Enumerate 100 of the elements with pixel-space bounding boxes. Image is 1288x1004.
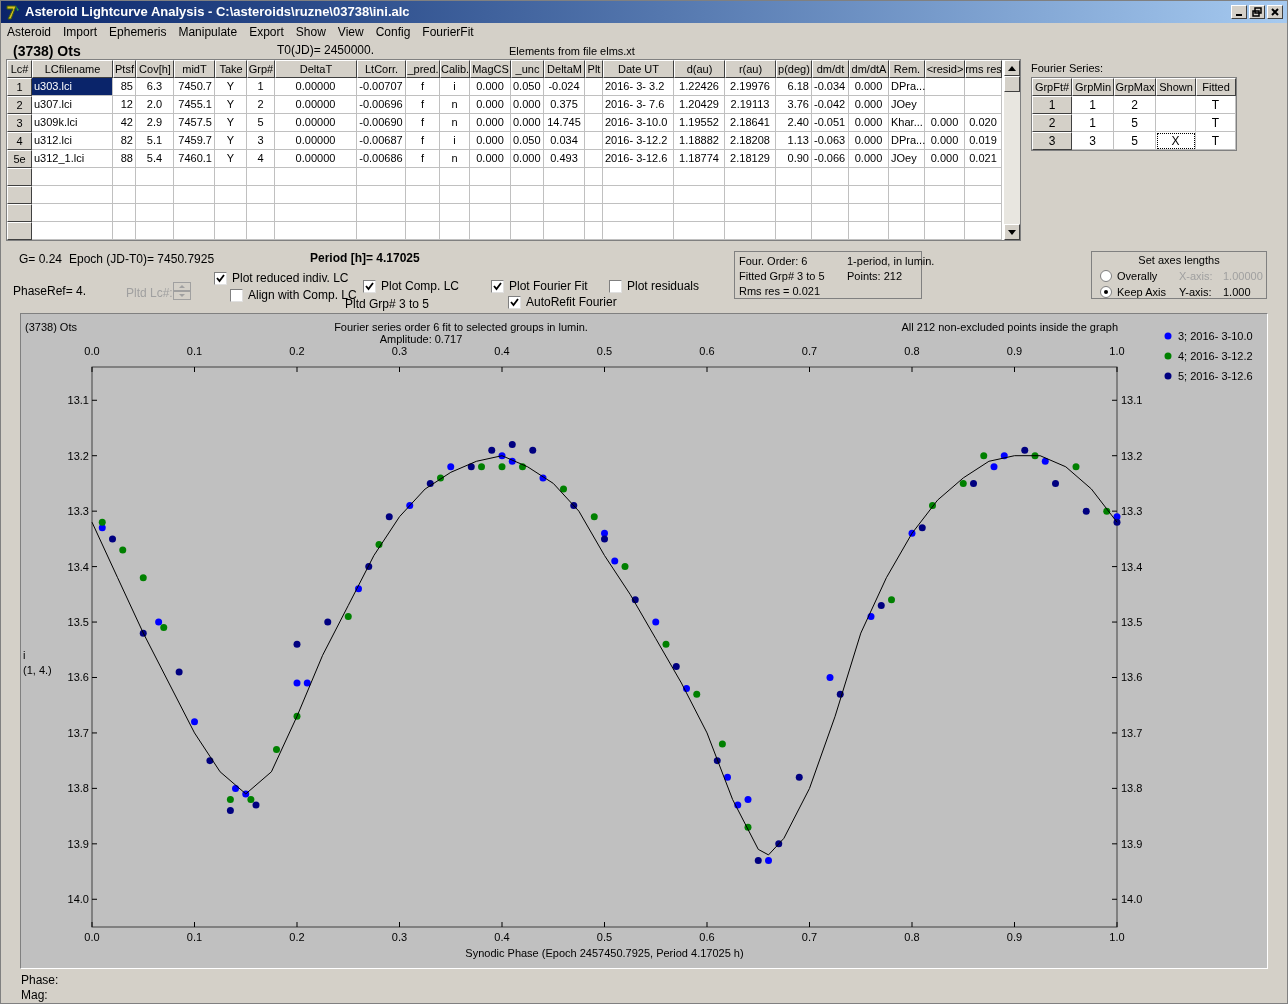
table-cell: 0.000 <box>925 150 965 168</box>
row-header[interactable]: 4 <box>7 132 32 150</box>
table-cell[interactable]: T <box>1196 132 1236 150</box>
row-header[interactable] <box>7 186 32 204</box>
table-cell[interactable]: 1 <box>1072 96 1114 114</box>
table-cell[interactable]: 5 <box>1114 114 1156 132</box>
scrollbar[interactable] <box>1004 60 1020 240</box>
column-header[interactable]: dm/dtA <box>849 60 889 78</box>
menu-item[interactable]: Asteroid <box>1 23 58 41</box>
column-header[interactable]: Fitted <box>1196 78 1236 96</box>
down-arrow-icon[interactable] <box>1008 229 1016 235</box>
tick-label: 13.7 <box>67 726 89 739</box>
row-header[interactable] <box>7 222 32 240</box>
checkbox[interactable] <box>214 271 227 285</box>
menu-item[interactable]: FourierFit <box>416 23 480 41</box>
column-header[interactable]: Plt <box>585 60 603 78</box>
menu-item[interactable]: Import <box>57 23 104 41</box>
table-cell: 7460.1 <box>174 150 215 168</box>
checkbox[interactable] <box>491 279 504 293</box>
column-header[interactable]: GrpMax <box>1114 78 1156 96</box>
scroll-thumb[interactable] <box>1004 76 1020 92</box>
column-header[interactable]: d(au) <box>674 60 725 78</box>
value-field[interactable]: 1.000 <box>1223 284 1251 300</box>
table-cell[interactable]: T <box>1196 96 1236 114</box>
table-cell[interactable]: 3 <box>1072 132 1114 150</box>
radio-button[interactable] <box>1100 270 1112 282</box>
table-cell[interactable]: 2 <box>1114 96 1156 114</box>
table-cell: i <box>440 132 470 150</box>
tick-label: 0.8 <box>904 345 920 357</box>
radio-button[interactable] <box>1100 286 1112 298</box>
row-header[interactable]: 2 <box>7 96 32 114</box>
minimize-button[interactable] <box>1231 5 1247 19</box>
table-cell: f <box>406 78 440 96</box>
column-header[interactable]: LtCorr. <box>357 60 406 78</box>
column-header[interactable]: <resid> <box>925 60 965 78</box>
column-header[interactable]: Shown <box>1156 78 1196 96</box>
table-cell: Y <box>215 150 247 168</box>
menu-item[interactable]: Manipulate <box>172 23 244 41</box>
menu-item[interactable]: Config <box>369 23 417 41</box>
table-cell: 2016- 3- 3.2 <box>603 78 674 96</box>
column-header[interactable]: MagCS <box>470 60 511 78</box>
column-header[interactable]: Grp# <box>247 60 275 78</box>
table-cell: 3 <box>247 132 275 150</box>
column-header[interactable]: Date UT <box>603 60 674 78</box>
checkbox[interactable] <box>363 279 376 293</box>
table-cell[interactable]: T <box>1196 114 1236 132</box>
table-cell[interactable]: 1 <box>1072 114 1114 132</box>
group-title: Set axes lengths <box>1137 253 1221 268</box>
column-header[interactable]: LCfilename <box>32 60 113 78</box>
column-header[interactable]: Calib. <box>440 60 470 78</box>
row-header[interactable]: 1 <box>1032 96 1072 114</box>
column-header[interactable]: _unc <box>511 60 544 78</box>
row-header[interactable]: 3 <box>1032 132 1072 150</box>
column-header[interactable]: Rem. <box>889 60 925 78</box>
column-header[interactable]: Ptsf <box>113 60 136 78</box>
column-header[interactable]: dm/dt <box>812 60 849 78</box>
checkbox[interactable] <box>230 288 243 302</box>
column-header[interactable]: r(au) <box>725 60 776 78</box>
restore-button[interactable] <box>1249 5 1265 19</box>
row-header[interactable]: 5e <box>7 150 32 168</box>
column-header[interactable]: p(deg) <box>776 60 812 78</box>
column-header[interactable]: Lc# <box>7 60 32 78</box>
table-cell: 85 <box>113 78 136 96</box>
table-cell: f <box>406 96 440 114</box>
menu-item[interactable]: Show <box>289 23 332 41</box>
checkbox[interactable] <box>609 279 622 293</box>
menu-item[interactable]: View <box>331 23 370 41</box>
column-header[interactable]: Cov[h] <box>136 60 174 78</box>
column-header[interactable]: DeltaM <box>544 60 585 78</box>
table-cell: 0.000 <box>925 132 965 150</box>
menu-item[interactable]: Ephemeris <box>103 23 173 41</box>
table-cell: -0.063 <box>812 132 849 150</box>
column-header[interactable]: _pred. <box>406 60 440 78</box>
column-header[interactable]: GrpFt# <box>1032 78 1072 96</box>
tick-label: 0.0 <box>84 931 100 943</box>
up-arrow-icon[interactable] <box>1008 65 1016 71</box>
column-header[interactable]: DeltaT <box>275 60 357 78</box>
table-cell: 88 <box>113 150 136 168</box>
column-header[interactable]: rms res <box>965 60 1002 78</box>
table-cell: u312.lci <box>32 132 113 150</box>
row-header[interactable]: 3 <box>7 114 32 132</box>
table-cell: 0.493 <box>544 150 585 168</box>
table-cell: i <box>440 78 470 96</box>
table-cell: 2.18129 <box>725 150 776 168</box>
g-label: G= 0.24 <box>19 251 63 268</box>
table-cell: 0.050 <box>511 132 544 150</box>
row-header[interactable] <box>7 204 32 222</box>
column-header[interactable]: GrpMin <box>1072 78 1114 96</box>
table-cell[interactable]: X <box>1156 132 1196 150</box>
table-cell[interactable]: 5 <box>1114 132 1156 150</box>
menu-item[interactable]: Export <box>243 23 290 41</box>
checkbox[interactable] <box>508 295 521 309</box>
table-cell: 0.000 <box>849 132 889 150</box>
table-cell: 7459.7 <box>174 132 215 150</box>
close-button[interactable] <box>1267 5 1283 19</box>
row-header[interactable]: 2 <box>1032 114 1072 132</box>
column-header[interactable]: midT <box>174 60 215 78</box>
row-header[interactable] <box>7 168 32 186</box>
column-header[interactable]: Take <box>215 60 247 78</box>
row-header[interactable]: 1 <box>7 78 32 96</box>
